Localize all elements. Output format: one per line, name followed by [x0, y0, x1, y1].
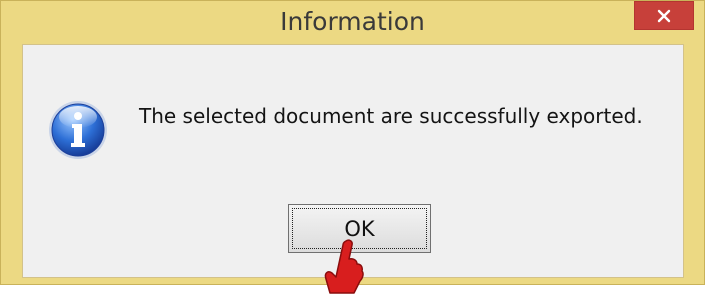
information-icon	[49, 101, 107, 159]
title-bar[interactable]: Information	[1, 1, 704, 41]
red-hand-pointer-icon	[324, 239, 364, 294]
close-button[interactable]	[634, 1, 694, 30]
dialog-title: Information	[280, 7, 425, 36]
close-icon	[657, 9, 671, 22]
dialog-message: The selected document are successfully e…	[139, 104, 643, 128]
